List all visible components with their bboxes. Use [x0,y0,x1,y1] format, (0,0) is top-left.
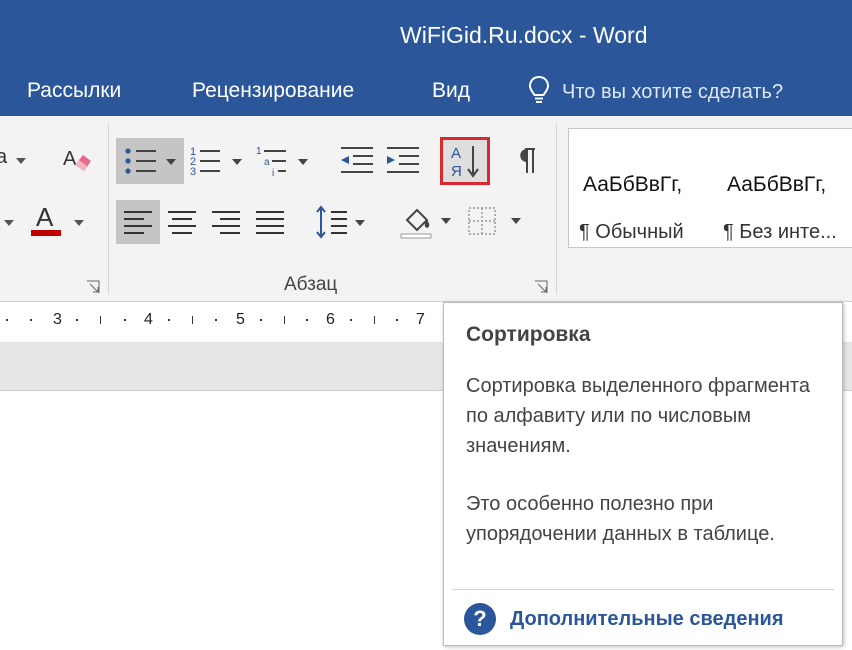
clear-formatting-eraser-icon[interactable]: A [58,140,98,180]
multilevel-list-button[interactable]: 1 a i [254,138,314,184]
ruler-tick [168,319,170,321]
sort-button[interactable]: А Я [440,137,490,185]
ruler-number: 7 [416,311,425,328]
align-right-button[interactable] [204,200,248,244]
ruler-tick [6,319,8,321]
ruler-tick [192,316,193,324]
ruler-tick [30,319,32,321]
sort-glyph-top: А [451,145,461,162]
tooltip-divider [452,589,834,590]
ruler-tick [215,319,217,321]
align-center-button[interactable] [160,200,204,244]
decrease-indent-button[interactable] [336,138,378,184]
style-name-no-spacing[interactable]: ¶ Без инте... [723,221,837,244]
svg-text:i: i [272,168,274,179]
bullets-button[interactable] [116,138,184,184]
svg-text:3: 3 [190,166,196,178]
svg-text:1: 1 [256,146,262,157]
tell-me-placeholder: Что вы хотите сделать? [562,80,784,103]
ruler-number: 4 [144,311,153,328]
tab-review[interactable]: Рецензирование [192,79,354,103]
styles-gallery: АаБбВвГг, ¶ Обычный АаБбВвГг, ¶ Без инте… [568,128,852,248]
line-spacing-button[interactable] [312,200,370,244]
tooltip-note: Это особенно полезно при упорядочении да… [466,493,775,545]
help-question-icon: ? [464,603,496,635]
ruler-tick [374,316,375,324]
tooltip-description: Сортировка выделенного фрагмента по алфа… [466,375,810,457]
style-name-normal[interactable]: ¶ Обычный [579,221,684,244]
svg-text:A: A [36,202,54,232]
tell-me-more-link[interactable]: ? Дополнительные сведения [464,603,784,635]
chevron-down-icon[interactable] [74,220,84,226]
svg-text:A: A [63,148,77,170]
numbering-button[interactable]: 1 2 3 [188,138,248,184]
ruler-tick [124,319,126,321]
chevron-down-icon[interactable] [16,158,26,164]
lightbulb-icon [528,75,550,110]
ruler-number: 3 [53,311,62,328]
increase-indent-button[interactable] [382,138,424,184]
chevron-down-icon[interactable] [4,220,14,226]
dialog-launcher-icon[interactable] [534,280,548,294]
title-bar: WiFiGid.Ru.docx - Word Рассылки Рецензир… [0,0,852,116]
tab-mailings[interactable]: Рассылки [27,79,121,103]
tell-me-box[interactable]: Что вы хотите сделать? [528,75,783,109]
group-separator [108,124,109,294]
font-size-partial[interactable]: a [0,146,7,169]
ruler-number: 5 [236,311,245,328]
tooltip-title: Сортировка [466,323,591,346]
shading-paint-bucket-icon[interactable] [396,200,456,244]
ruler-tick [350,319,352,321]
sort-tooltip: Сортировка Сортировка выделенного фрагме… [443,302,843,646]
align-left-button[interactable] [116,200,160,244]
style-sample-no-spacing[interactable]: АаБбВвГг, [727,173,826,197]
paragraph-group-label: Абзац [284,274,338,295]
show-formatting-marks-pilcrow-icon[interactable] [506,138,546,184]
svg-text:a: a [264,157,270,168]
ruler-tick [260,319,262,321]
window-title: WiFiGid.Ru.docx - Word [400,22,648,48]
tab-view[interactable]: Вид [432,79,470,103]
tell-me-more-label: Дополнительные сведения [510,607,784,630]
ruler-tick [76,319,78,321]
sort-glyph-bottom: Я [451,163,462,180]
group-separator [556,124,557,294]
ribbon: a A A 1 2 3 1 a i А Я Абзац АаБбВвГг, ¶ … [0,116,852,302]
style-sample-normal[interactable]: АаБбВвГг, [583,173,682,197]
ruler-tick [306,319,308,321]
ruler-tick [284,316,285,324]
ruler-tick [396,319,398,321]
borders-button[interactable] [462,200,528,244]
ruler-number: 6 [326,311,335,328]
dialog-launcher-icon[interactable] [86,280,100,294]
justify-button[interactable] [248,200,292,244]
ruler-tick [100,316,101,324]
font-color-icon[interactable]: A [28,200,64,240]
